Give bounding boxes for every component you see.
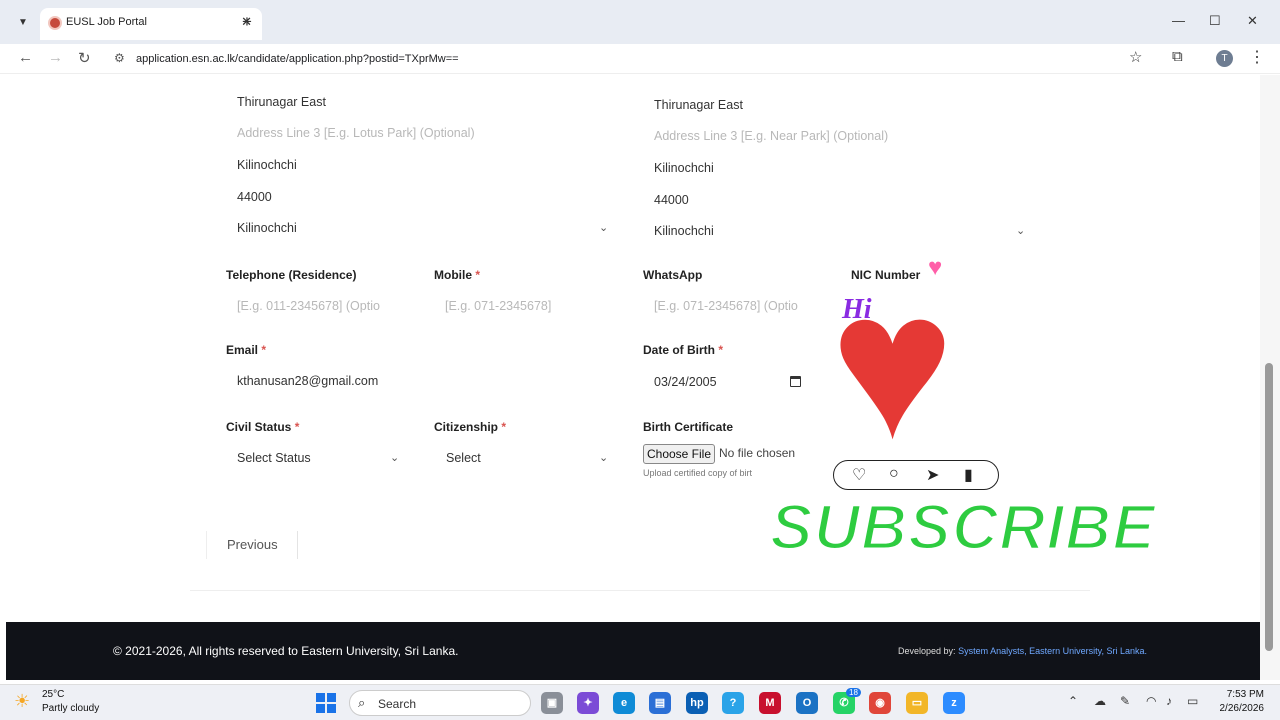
extensions-icon[interactable]: ⧉ — [1172, 48, 1183, 65]
civil-status-label: Civil Status * — [226, 420, 300, 434]
browser-menu-icon[interactable]: ⋮ — [1249, 47, 1265, 67]
tab-search-icon[interactable]: ▼ — [14, 14, 32, 32]
postal-district-select[interactable]: Kilinochchi — [654, 224, 714, 238]
email-input[interactable]: kthanusan28@gmail.com — [237, 374, 378, 388]
browser-tab-bar: ▼ EUSL Job Portal ✕ + — ☐ ✕ — [0, 0, 1280, 44]
chevron-down-icon[interactable]: ⌄ — [1016, 224, 1025, 237]
copyright-text: © 2021-2026, All rights reserved to East… — [113, 644, 459, 658]
tray-overflow-icon[interactable]: ⌃ — [1068, 694, 1078, 708]
browser-tab[interactable]: EUSL Job Portal ✕ — [40, 8, 262, 40]
back-icon[interactable]: ← — [18, 49, 33, 66]
onedrive-icon[interactable]: ☁ — [1094, 694, 1106, 708]
site-info-icon[interactable]: ⚙ — [114, 51, 125, 65]
developer-link[interactable]: System Analysts, Eastern University, Sri… — [958, 646, 1147, 656]
taskbar-search[interactable]: ⌕ Search — [349, 690, 531, 716]
hi-text: Hi — [842, 294, 872, 325]
edge-icon[interactable]: e — [613, 692, 635, 714]
citizenship-select[interactable]: Select — [446, 451, 481, 465]
search-icon: ⌕ — [358, 695, 366, 710]
url-text: application.esn.ac.lk/candidate/applicat… — [136, 53, 459, 65]
postal-address-line3[interactable]: Address Line 3 [E.g. Near Park] (Optiona… — [654, 129, 888, 143]
new-tab-icon[interactable]: + — [242, 12, 252, 32]
mobile-label: Mobile * — [434, 268, 481, 282]
chevron-down-icon[interactable]: ⌄ — [599, 221, 608, 234]
form-divider — [190, 590, 1090, 591]
telephone-input[interactable]: [E.g. 011-2345678] (Optio — [237, 299, 380, 313]
chrome-icon[interactable]: ◉ — [869, 692, 891, 714]
start-button[interactable] — [316, 693, 336, 713]
profile-avatar[interactable]: T — [1216, 50, 1233, 67]
dob-input[interactable]: 03/24/2005 — [654, 375, 717, 389]
permanent-address-line3[interactable]: Address Line 3 [E.g. Lotus Park] (Option… — [237, 126, 475, 140]
copilot-icon[interactable]: ✦ — [577, 692, 599, 714]
chevron-down-icon[interactable]: ⌄ — [390, 451, 399, 464]
weather-temperature[interactable]: 25°C — [42, 689, 64, 700]
page-footer: © 2021-2026, All rights reserved to East… — [6, 622, 1260, 680]
volume-icon[interactable]: ♪ — [1166, 694, 1172, 708]
developer-credit: Developed by: System Analysts, Eastern U… — [898, 646, 1147, 656]
scrollbar-thumb[interactable] — [1265, 363, 1273, 651]
weather-icon[interactable]: ☀ — [14, 691, 30, 712]
clock-time[interactable]: 7:53 PM — [1222, 689, 1264, 700]
permanent-address-line2[interactable]: Thirunagar East — [237, 95, 326, 109]
chevron-down-icon[interactable]: ⌄ — [599, 451, 608, 464]
file-explorer-icon[interactable]: ▭ — [906, 692, 928, 714]
wifi-icon[interactable]: ◠ — [1146, 694, 1156, 708]
like-icon: ♡ — [852, 467, 867, 484]
url-field[interactable]: ⚙ application.esn.ac.lk/candidate/applic… — [104, 46, 1134, 72]
permanent-city-field[interactable]: Kilinochchi — [237, 158, 297, 172]
previous-button[interactable]: Previous — [206, 531, 298, 559]
store-icon[interactable]: ▤ — [649, 692, 671, 714]
birth-certificate-label: Birth Certificate — [643, 420, 734, 434]
hp-icon[interactable]: hp — [686, 692, 708, 714]
task-view-icon[interactable]: ▣ — [541, 692, 563, 714]
page-scrollbar[interactable] — [1260, 75, 1280, 680]
maximize-icon[interactable]: ☐ — [1209, 13, 1221, 29]
search-label: Search — [378, 697, 417, 711]
outlook-icon[interactable]: O — [796, 692, 818, 714]
window-close-icon[interactable]: ✕ — [1247, 13, 1258, 29]
small-heart-icon: ♥ — [928, 254, 943, 281]
subscribe-overlay: ♥ ♥ Hi ♡ ○ ➤ ▮ SUBSCRIBE — [760, 250, 1190, 570]
postal-postal-code-field[interactable]: 44000 — [654, 193, 689, 207]
page-viewport: Thirunagar East Address Line 3 [E.g. Lot… — [0, 75, 1260, 680]
zoom-icon[interactable]: z — [943, 692, 965, 714]
mobile-input[interactable]: [E.g. 071-2345678] — [445, 299, 551, 313]
weather-condition[interactable]: Partly cloudy — [42, 703, 99, 714]
support-icon[interactable]: ? — [722, 692, 744, 714]
mcafee-icon[interactable]: M — [759, 692, 781, 714]
civil-status-select[interactable]: Select Status — [237, 451, 311, 465]
postal-address-line2[interactable]: Thirunagar East — [654, 98, 743, 112]
save-bookmark-icon: ▮ — [964, 467, 973, 484]
telephone-label: Telephone (Residence) — [226, 268, 357, 282]
forward-icon[interactable]: → — [48, 49, 63, 66]
whatsapp-badge: 18 — [846, 688, 861, 697]
birth-certificate-help: Upload certified copy of birt — [643, 468, 753, 478]
subscribe-text: SUBSCRIBE — [769, 490, 1157, 565]
permanent-postal-code-field[interactable]: 44000 — [237, 190, 272, 204]
share-icon: ➤ — [926, 467, 940, 484]
dob-label: Date of Birth * — [643, 343, 724, 357]
choose-file-button[interactable]: Choose File — [643, 444, 715, 464]
tab-title: EUSL Job Portal — [66, 16, 147, 28]
postal-city-field[interactable]: Kilinochchi — [654, 161, 714, 175]
bookmark-star-icon[interactable]: ☆ — [1129, 48, 1142, 66]
battery-icon[interactable]: ▭ — [1187, 694, 1198, 708]
reload-icon[interactable]: ↻ — [78, 49, 91, 67]
windows-taskbar: ☀ 25°C Partly cloudy ⌕ Search ▣ ✦ e ▤ hp… — [0, 684, 1280, 720]
comment-icon: ○ — [889, 465, 899, 482]
address-bar: ← → ↻ ⚙ application.esn.ac.lk/candidate/… — [0, 44, 1280, 74]
permanent-district-select[interactable]: Kilinochchi — [237, 221, 297, 235]
email-label: Email * — [226, 343, 267, 357]
whatsapp-label: WhatsApp — [643, 268, 703, 282]
reaction-bar: ♡ ○ ➤ ▮ — [833, 460, 999, 490]
site-favicon-icon — [48, 16, 62, 30]
clock-date[interactable]: 2/26/2026 — [1214, 703, 1265, 714]
heart-icon: ♥ — [830, 247, 955, 482]
minimize-icon[interactable]: — — [1172, 13, 1185, 28]
citizenship-label: Citizenship * — [434, 420, 507, 434]
vpn-icon[interactable]: ✎ — [1120, 694, 1130, 708]
